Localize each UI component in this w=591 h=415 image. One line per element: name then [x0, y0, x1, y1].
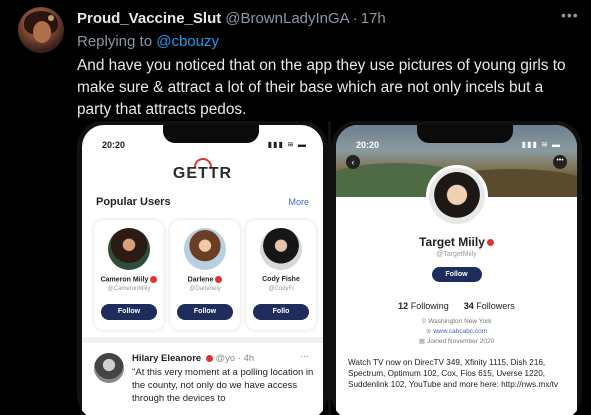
- status-signal-wifi-battery-icon: ▮▮▮ ≋ ▬: [521, 140, 561, 149]
- phone-screen: 20:20 ▮▮▮ ≋ ▬ GETTR Popular Users More C…: [82, 125, 323, 415]
- replying-to-label: Replying to: [77, 33, 153, 50]
- follow-button[interactable]: Follo: [253, 304, 309, 320]
- phone-screenshot-popular-users[interactable]: 20:20 ▮▮▮ ≋ ▬ GETTR Popular Users More C…: [77, 121, 328, 415]
- phone-screen: 20:20 ▮▮▮ ≋ ▬ ‹ ••• Target Miily @Target…: [336, 125, 577, 415]
- section-divider: [82, 337, 323, 343]
- phone-notch: [416, 125, 513, 143]
- back-arrow-icon[interactable]: ‹: [346, 155, 360, 169]
- user-name: Cameron Miily: [94, 276, 164, 283]
- verified-badge-icon: [205, 354, 213, 362]
- user-card[interactable]: Cameron Miily @CameronMiily Follow: [94, 220, 164, 330]
- avatar-highlight: [48, 15, 54, 21]
- phone-screenshot-profile[interactable]: 20:20 ▮▮▮ ≋ ▬ ‹ ••• Target Miily @Target…: [331, 121, 582, 415]
- profile-joined: ▦ Joined November 2020: [418, 338, 495, 345]
- tweet-media[interactable]: 20:20 ▮▮▮ ≋ ▬ GETTR Popular Users More C…: [77, 121, 582, 415]
- verified-badge-icon: [150, 276, 158, 283]
- user-card[interactable]: Darlene @Darlenely Follow: [170, 220, 240, 330]
- author-avatar[interactable]: [18, 7, 64, 53]
- tweet-timestamp[interactable]: 17h: [361, 10, 386, 27]
- more-link[interactable]: More: [288, 197, 309, 207]
- status-signal-wifi-battery-icon: ▮▮▮ ≋ ▬: [267, 140, 307, 149]
- following-count[interactable]: 12: [398, 301, 408, 311]
- following-label[interactable]: Following: [411, 301, 449, 311]
- follow-button[interactable]: Follow: [431, 267, 482, 282]
- user-card[interactable]: Cody Fishe @CodyFi Follo: [246, 220, 316, 330]
- user-name: Cody Fishe: [262, 276, 300, 283]
- user-handle: @CameronMiily: [107, 286, 151, 292]
- user-avatar: [184, 228, 226, 270]
- user-handle: @CodyFi: [268, 286, 294, 292]
- verified-badge-icon: [215, 276, 223, 283]
- status-time: 20:20: [356, 140, 380, 150]
- tweet-header: Proud_Vaccine_Slut @BrownLadyInGA · 17h: [77, 10, 386, 30]
- profile-website[interactable]: ⊕ www.cabcabc.com: [336, 327, 577, 335]
- more-dots-icon[interactable]: •••: [561, 8, 581, 22]
- post-text: "At this very moment at a polling locati…: [132, 367, 314, 404]
- post-author-name[interactable]: Hilary Eleanore: [132, 353, 201, 364]
- post-time: 4h: [243, 353, 255, 364]
- post-header: Hilary Eleanore @yo · 4h: [132, 353, 254, 364]
- user-name: Darlene: [170, 276, 240, 283]
- menu-dots-icon[interactable]: •••: [553, 155, 567, 169]
- replying-to-handle[interactable]: @cbouzy: [156, 33, 219, 50]
- post-more-icon[interactable]: ···: [300, 351, 309, 361]
- followers-label[interactable]: Followers: [476, 301, 515, 311]
- location-pin-icon: ⚲: [421, 318, 427, 325]
- post-author-handle: @yo: [215, 353, 236, 364]
- verified-badge-icon: [486, 239, 494, 247]
- author-display-name[interactable]: Proud_Vaccine_Slut: [77, 10, 221, 27]
- avatar-face: [33, 21, 51, 43]
- followers-count[interactable]: 34: [464, 301, 474, 311]
- phone-notch: [162, 125, 259, 143]
- profile-avatar[interactable]: [425, 165, 488, 227]
- follow-counts: 12 Following 34 Followers: [336, 301, 577, 311]
- user-handle: @Darlenely: [189, 286, 221, 292]
- replying-to: Replying to @cbouzy: [77, 33, 219, 50]
- profile-bio: Watch TV now on DirecTV 349, Xfinity 111…: [348, 358, 558, 389]
- user-avatar: [260, 228, 302, 270]
- popular-users-title: Popular Users: [96, 196, 171, 208]
- author-handle[interactable]: @BrownLadyInGA: [225, 10, 349, 27]
- profile-handle: @TargetMiily: [436, 251, 477, 258]
- calendar-icon: ▦: [418, 338, 425, 345]
- gettr-logo-text: GETTR: [172, 165, 233, 182]
- follow-button[interactable]: Follow: [101, 304, 157, 320]
- gettr-logo: GETTR: [82, 158, 323, 183]
- user-avatar: [108, 228, 150, 270]
- profile-name: Target Miily: [336, 235, 577, 249]
- status-time: 20:20: [102, 140, 126, 150]
- profile-location: ⚲ Washington New York: [421, 318, 492, 325]
- globe-icon: ⊕: [425, 328, 432, 335]
- post-author-avatar[interactable]: [94, 353, 124, 383]
- follow-button[interactable]: Follow: [177, 304, 233, 320]
- logo-arc-icon: [193, 158, 212, 167]
- tweet-text: And have you noticed that on the app the…: [77, 57, 566, 118]
- header-separator: ·: [352, 10, 358, 27]
- post-separator: ·: [237, 353, 241, 364]
